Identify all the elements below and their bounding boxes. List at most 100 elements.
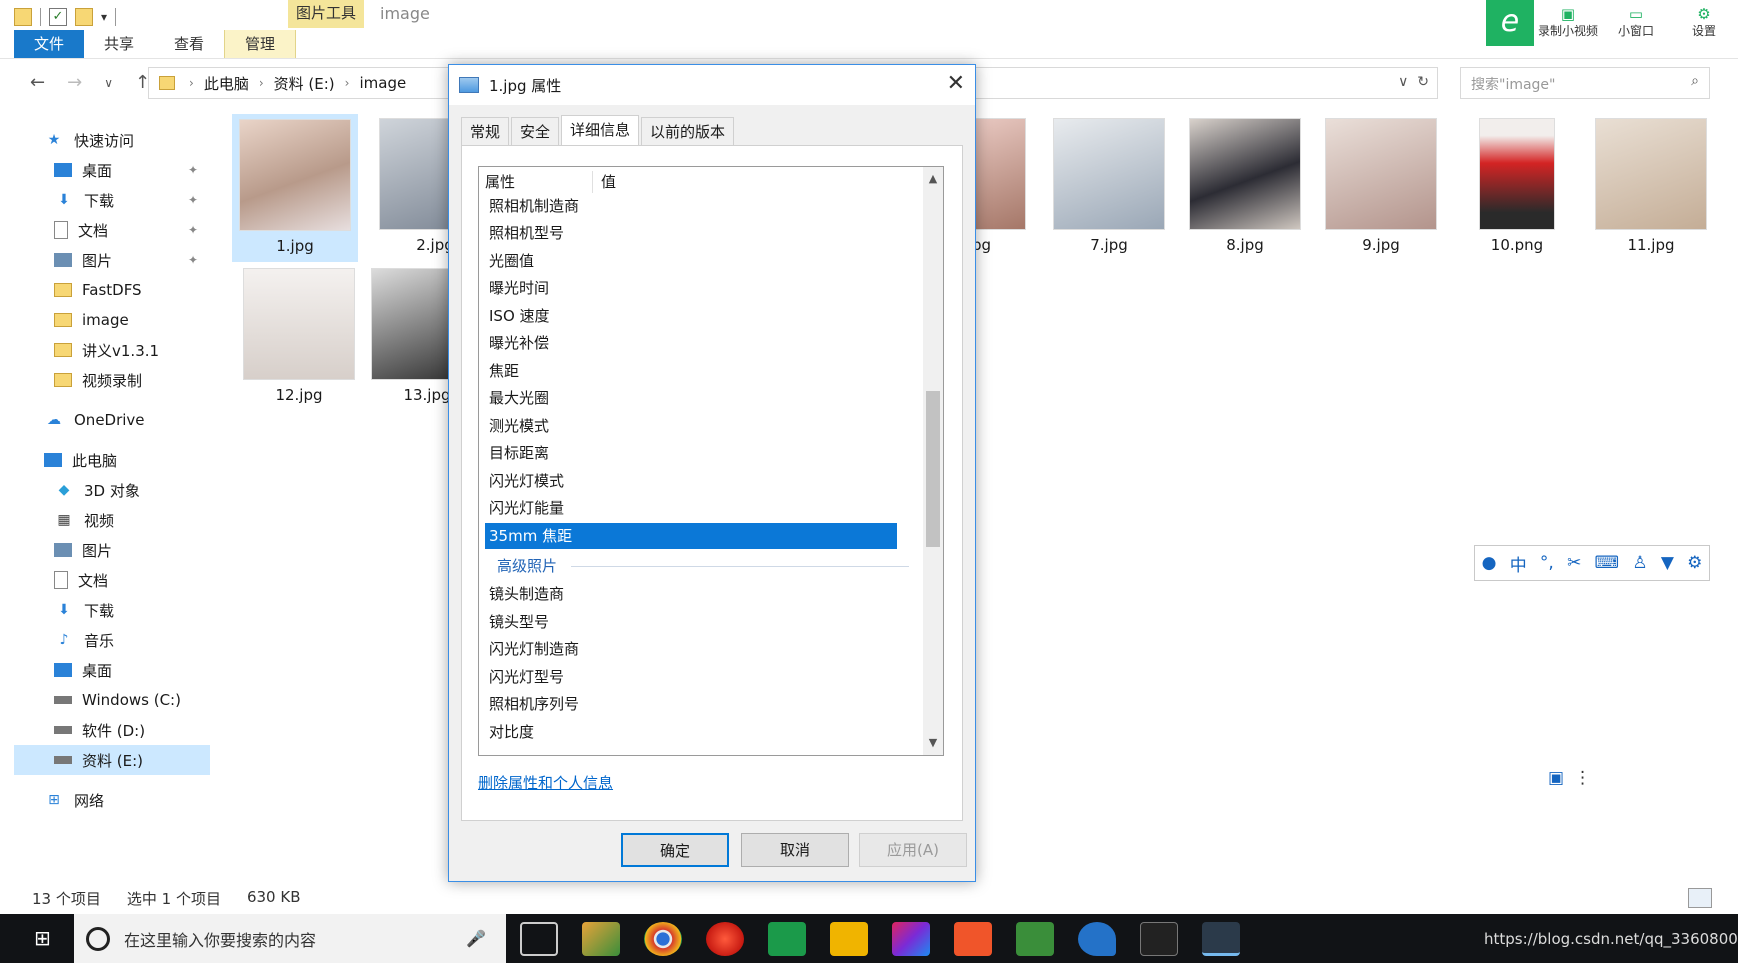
file-item[interactable]: 10.png [1454, 118, 1580, 254]
chevron-right-icon[interactable]: › [259, 76, 264, 90]
record-video-button[interactable]: ▣ 录制小视频 [1534, 0, 1602, 46]
chrome-icon[interactable] [644, 922, 682, 956]
list-item[interactable]: 闪光灯制造商 [485, 636, 897, 662]
sidebar-item-video-recording[interactable]: 视频录制 [14, 365, 210, 395]
notepad-icon[interactable] [1016, 922, 1054, 956]
pin-icon[interactable]: ✦ [188, 163, 198, 177]
back-icon[interactable]: ← [30, 72, 45, 94]
sidebar-item-downloads[interactable]: ⬇ 下载 ✦ [14, 185, 210, 215]
refresh-icon[interactable]: ∨ ↻ [1398, 74, 1429, 90]
list-item[interactable]: 曝光时间 [485, 275, 897, 301]
sidebar-item-drive-e[interactable]: 资料 (E:) [14, 745, 210, 775]
ok-button[interactable]: 确定 [621, 833, 729, 867]
file-item[interactable]: 11.jpg [1588, 118, 1714, 254]
sidebar-item-quick-access[interactable]: ★ 快速访问 [14, 125, 210, 155]
file-explorer-icon[interactable] [1202, 922, 1240, 956]
list-item[interactable]: 镜头制造商 [485, 581, 897, 607]
scroll-down-icon[interactable]: ▼ [923, 733, 943, 753]
search-input[interactable]: 搜索"image" ⌕ [1460, 67, 1710, 99]
microphone-icon[interactable]: 🎤 [466, 929, 486, 948]
list-item[interactable]: 目标距离 [485, 440, 897, 466]
pdf-icon[interactable] [954, 922, 992, 956]
list-item[interactable]: ISO 速度 [485, 303, 897, 329]
list-item[interactable]: 照相机制造商 [485, 193, 897, 219]
intellij-icon[interactable] [892, 922, 930, 956]
recent-dropdown-icon[interactable]: ∨ [104, 72, 113, 94]
scissors-icon[interactable]: ✂ [1567, 553, 1581, 573]
list-item[interactable]: 曝光补偿 [485, 330, 897, 356]
shirt-icon[interactable]: ▼ [1661, 553, 1674, 573]
breadcrumb-this-pc[interactable]: 此电脑 [204, 73, 249, 94]
sidebar-item-music[interactable]: ♪ 音乐 [14, 625, 210, 655]
column-header-property[interactable]: 属性 [485, 171, 593, 193]
person-icon[interactable]: ♙ [1632, 553, 1647, 573]
sidebar-item-3d-objects[interactable]: ◆ 3D 对象 [14, 475, 210, 505]
windows-start-icon[interactable]: ⊞ [34, 928, 56, 950]
file-item[interactable]: 12.jpg [236, 268, 362, 404]
file-item[interactable]: 9.jpg [1318, 118, 1444, 254]
forward-icon[interactable]: → [67, 72, 82, 94]
pin-icon[interactable]: ✦ [188, 223, 198, 237]
scrollbar-thumb[interactable] [926, 391, 940, 547]
task-view-icon[interactable] [520, 922, 558, 956]
mini-window-button[interactable]: ▭ 小窗口 [1602, 0, 1670, 46]
keyboard-icon[interactable]: ⌨ [1595, 553, 1620, 573]
chevron-right-icon[interactable]: › [345, 76, 350, 90]
notes-app-icon[interactable] [830, 922, 868, 956]
scroll-up-icon[interactable]: ▲ [923, 169, 943, 189]
user-icon[interactable]: ▣ [1548, 768, 1564, 796]
list-item[interactable]: 焦距 [485, 358, 897, 384]
breadcrumb-image[interactable]: image [359, 74, 406, 92]
sidebar-item-pictures[interactable]: 图片 ✦ [14, 245, 210, 275]
list-item[interactable]: 闪光灯型号 [485, 664, 897, 690]
property-list[interactable]: 属性 值 照相机制造商 照相机型号 光圈值 曝光时间 ISO 速度 曝光补偿 焦… [478, 166, 944, 756]
sidebar-item-onedrive[interactable]: ☁ OneDrive [14, 405, 210, 435]
sidebar-item-documents-pc[interactable]: 文档 [14, 565, 210, 595]
tab-previous-versions[interactable]: 以前的版本 [641, 117, 735, 145]
column-header-value[interactable]: 值 [593, 171, 616, 193]
red-app-icon[interactable] [706, 922, 744, 956]
sidebar-item-this-pc[interactable]: 此电脑 [14, 445, 210, 475]
file-item[interactable]: 8.jpg [1182, 118, 1308, 254]
sidebar-item-desktop[interactable]: 桌面 ✦ [14, 155, 210, 185]
tab-details[interactable]: 详细信息 [561, 115, 640, 145]
list-item[interactable]: 照相机型号 [485, 220, 897, 246]
sidebar-item-network[interactable]: ⊞ 网络 [14, 785, 210, 815]
settings-button[interactable]: ⚙ 设置 [1670, 0, 1738, 46]
tab-share[interactable]: 共享 [84, 30, 154, 58]
file-item[interactable]: 7.jpg [1046, 118, 1172, 254]
customize-dropdown-icon[interactable]: ▾ [101, 10, 107, 24]
more-icon[interactable]: ⋮ [1574, 768, 1591, 796]
user-icon[interactable]: ● [1482, 553, 1497, 573]
sidebar-item-image[interactable]: image [14, 305, 210, 335]
tab-view[interactable]: 查看 [154, 30, 224, 58]
tab-general[interactable]: 常规 [461, 117, 510, 145]
list-item[interactable]: 照相机序列号 [485, 691, 897, 717]
list-item[interactable]: 对比度 [485, 719, 897, 745]
list-item[interactable]: 闪光灯能量 [485, 495, 897, 521]
file-item[interactable]: 1.jpg [232, 114, 358, 262]
list-item[interactable]: 镜头型号 [485, 609, 897, 635]
properties-icon[interactable]: ✓ [49, 8, 67, 26]
tab-manage[interactable]: 管理 [224, 30, 297, 58]
sidebar-item-drive-d[interactable]: 软件 (D:) [14, 715, 210, 745]
new-folder-icon[interactable] [75, 8, 93, 26]
group-header[interactable]: 高级照片 [485, 553, 909, 579]
apply-button[interactable]: 应用(A) [859, 833, 967, 867]
ime-language[interactable]: 中 [1510, 551, 1527, 576]
sidebar-item-videos[interactable]: ▦ 视频 [14, 505, 210, 535]
tab-security[interactable]: 安全 [511, 117, 560, 145]
sidebar-item-documents[interactable]: 文档 ✦ [14, 215, 210, 245]
sidebar-item-desktop-pc[interactable]: 桌面 [14, 655, 210, 685]
close-icon[interactable]: ✕ [947, 71, 965, 96]
punctuation-icon[interactable]: °, [1540, 553, 1554, 573]
details-view-icon[interactable] [1688, 888, 1712, 908]
sidebar-item-downloads-pc[interactable]: ⬇ 下载 [14, 595, 210, 625]
chevron-right-icon[interactable]: › [189, 76, 194, 90]
gear-icon[interactable]: ⚙ [1687, 553, 1702, 573]
list-item-selected[interactable]: 35mm 焦距 [485, 523, 897, 549]
cancel-button[interactable]: 取消 [741, 833, 849, 867]
taskbar-search[interactable]: 在这里输入你要搜索的内容 🎤 [74, 914, 506, 963]
list-item[interactable]: 闪光灯模式 [485, 468, 897, 494]
folder-icon[interactable] [14, 8, 32, 26]
